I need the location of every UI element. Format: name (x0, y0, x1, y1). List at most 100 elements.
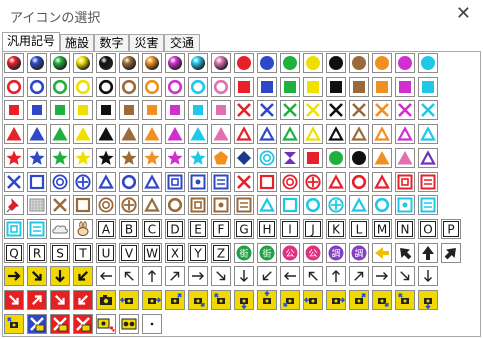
letter-a-icon[interactable]: A (96, 218, 116, 239)
tri-outline-blue-icon[interactable] (96, 171, 116, 192)
square-yellow-icon[interactable] (303, 76, 323, 97)
kanji-badge-icon[interactable]: 調 (326, 242, 346, 263)
arrow-o-down-icon[interactable] (418, 266, 438, 287)
ring-brown-icon[interactable] (165, 195, 185, 216)
x-blue-icon[interactable] (257, 100, 277, 121)
arrow-o-up-right-icon[interactable] (165, 266, 185, 287)
circle-magenta-icon[interactable] (395, 53, 415, 73)
triangle-pink-icon[interactable] (395, 147, 415, 168)
box-outline-red-icon[interactable] (257, 171, 277, 192)
letter-y-icon[interactable]: Y (188, 242, 208, 263)
letter-s-icon[interactable]: S (50, 242, 70, 263)
square-sm-brown-icon[interactable] (119, 100, 139, 121)
letter-j-icon[interactable]: J (303, 218, 323, 239)
arrow-up-icon[interactable] (418, 242, 438, 263)
square-sm-black-icon[interactable] (96, 100, 116, 121)
letter-o-icon[interactable]: O (418, 218, 438, 239)
tab-facilities[interactable]: 施設 (60, 34, 94, 51)
box-lines-brown-icon[interactable] (234, 195, 254, 216)
arrow-y-right-icon[interactable] (4, 266, 24, 287)
box-outline-brown-icon[interactable] (73, 195, 93, 216)
arrow-left-icon[interactable] (372, 242, 392, 263)
x-red-icon[interactable] (234, 171, 254, 192)
plus-circle-cyan-icon[interactable] (326, 195, 346, 216)
x-orange-icon[interactable] (372, 100, 392, 121)
box-lines-red-icon[interactable] (418, 171, 438, 192)
letter-l-icon[interactable]: L (349, 218, 369, 239)
plus-circle-brown-icon[interactable] (119, 195, 139, 216)
target-blue-icon[interactable] (50, 171, 70, 192)
camera-arrow-down-icon[interactable] (418, 290, 438, 310)
x-cyan-icon[interactable] (418, 100, 438, 121)
tri-outline-green-icon[interactable] (280, 124, 300, 145)
ball-pink-icon[interactable] (211, 53, 231, 73)
triangle-black-icon[interactable] (96, 124, 116, 145)
circle-orange-icon[interactable] (372, 53, 392, 73)
ring-red-icon[interactable] (349, 171, 369, 192)
camera-arrow-up-right-icon[interactable] (165, 290, 185, 310)
square-blue-icon[interactable] (257, 76, 277, 97)
arrow-o-down-left-icon[interactable] (257, 266, 277, 287)
box-lines-cyan-icon[interactable] (27, 218, 47, 239)
star-black-icon[interactable] (96, 147, 116, 168)
pentagon-orange-icon[interactable] (211, 147, 231, 168)
ball-yellow-icon[interactable] (73, 53, 93, 73)
square-sm-green-icon[interactable] (50, 100, 70, 121)
tri-outline-brown-icon[interactable] (142, 195, 162, 216)
tri-outline-cyan-icon[interactable] (349, 195, 369, 216)
box-dot-brown-icon[interactable] (211, 195, 231, 216)
letter-e-icon[interactable]: E (188, 218, 208, 239)
letter-p-icon[interactable]: P (441, 218, 461, 239)
letter-m-icon[interactable]: M (372, 218, 392, 239)
triangle-magenta-icon[interactable] (165, 124, 185, 145)
close-icon[interactable]: ✕ (456, 3, 471, 24)
tab-numbers[interactable]: 数字 (94, 34, 129, 51)
x-magenta-icon[interactable] (395, 100, 415, 121)
x-yellow-icon[interactable] (303, 100, 323, 121)
star-brown-icon[interactable] (119, 147, 139, 168)
arrow-o-up-icon[interactable] (326, 266, 346, 287)
star-red-icon[interactable] (4, 147, 24, 168)
square-red-icon[interactable] (303, 147, 323, 168)
ball-orange-icon[interactable] (142, 53, 162, 73)
box-square-red-icon[interactable] (395, 171, 415, 192)
tri-outline-red-icon[interactable] (372, 171, 392, 192)
ball-brown-icon[interactable] (119, 53, 139, 73)
circle-cyan-icon[interactable] (418, 53, 438, 73)
circle-blue-icon[interactable] (257, 53, 277, 73)
box-square-blue-icon[interactable] (165, 171, 185, 192)
ball-red-icon[interactable] (4, 53, 24, 73)
kanji-badge-icon[interactable]: 調 (349, 242, 369, 263)
pin-red-icon[interactable] (4, 195, 24, 216)
letter-d-icon[interactable]: D (165, 218, 185, 239)
camera-arrow-right-icon[interactable] (142, 290, 162, 310)
letter-n-icon[interactable]: N (395, 218, 415, 239)
arrow-y-down-right-icon[interactable] (27, 266, 47, 287)
letter-x-icon[interactable]: X (165, 242, 185, 263)
circle-black-icon[interactable] (326, 53, 346, 73)
camera-cross-red-icon[interactable] (50, 313, 70, 334)
circle-brown-icon[interactable] (349, 53, 369, 73)
letter-v-icon[interactable]: V (119, 242, 139, 263)
arrow-o-up-left-icon[interactable] (303, 266, 323, 287)
triangle-orange-icon[interactable] (372, 147, 392, 168)
camera-film-black-icon[interactable] (119, 313, 139, 334)
camera-arrow-up-left-icon[interactable] (211, 290, 231, 310)
triangle-blue-icon[interactable] (27, 124, 47, 145)
letter-z-icon[interactable]: Z (211, 242, 231, 263)
square-sm-pink-icon[interactable] (211, 100, 231, 121)
tab-generic-symbols[interactable]: 汎用記号 (2, 32, 60, 52)
ring-blue-icon[interactable] (27, 76, 47, 97)
arrow-o-up-right-icon[interactable] (349, 266, 369, 287)
camera-arrow-up-left-icon[interactable] (395, 290, 415, 310)
letter-b-icon[interactable]: B (119, 218, 139, 239)
camera-arrow-up-icon[interactable] (257, 290, 277, 310)
box-lines-cyan-icon[interactable] (418, 195, 438, 216)
square-sm-yellow-icon[interactable] (73, 100, 93, 121)
square-sm-red-icon[interactable] (4, 100, 24, 121)
ring-cyan-icon[interactable] (372, 195, 392, 216)
tri-outline-red-icon[interactable] (326, 171, 346, 192)
tri-outline-cyan-icon[interactable] (418, 124, 438, 145)
arrow-r-down-right-icon[interactable] (4, 290, 24, 310)
arrow-r-down-right-icon[interactable] (50, 290, 70, 310)
